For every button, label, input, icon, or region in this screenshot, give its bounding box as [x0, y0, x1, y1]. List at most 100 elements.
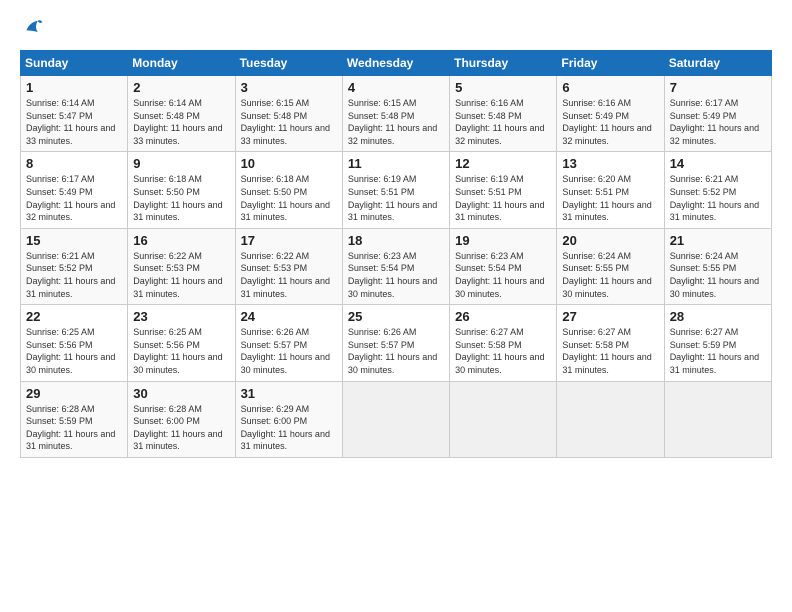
- day-number: 20: [562, 233, 658, 248]
- calendar-cell: 30 Sunrise: 6:28 AMSunset: 6:00 PMDaylig…: [128, 381, 235, 457]
- header-cell-thursday: Thursday: [450, 51, 557, 76]
- day-number: 28: [670, 309, 766, 324]
- calendar-cell: 9 Sunrise: 6:18 AMSunset: 5:50 PMDayligh…: [128, 152, 235, 228]
- calendar-cell: 11 Sunrise: 6:19 AMSunset: 5:51 PMDaylig…: [342, 152, 449, 228]
- day-number: 24: [241, 309, 337, 324]
- day-number: 17: [241, 233, 337, 248]
- day-number: 12: [455, 156, 551, 171]
- day-number: 29: [26, 386, 122, 401]
- calendar-cell: 20 Sunrise: 6:24 AMSunset: 5:55 PMDaylig…: [557, 228, 664, 304]
- calendar-cell: 3 Sunrise: 6:15 AMSunset: 5:48 PMDayligh…: [235, 76, 342, 152]
- day-info: Sunrise: 6:20 AMSunset: 5:51 PMDaylight:…: [562, 173, 658, 223]
- calendar-cell: 5 Sunrise: 6:16 AMSunset: 5:48 PMDayligh…: [450, 76, 557, 152]
- calendar-cell: 23 Sunrise: 6:25 AMSunset: 5:56 PMDaylig…: [128, 305, 235, 381]
- day-number: 16: [133, 233, 229, 248]
- day-info: Sunrise: 6:21 AMSunset: 5:52 PMDaylight:…: [26, 250, 122, 300]
- day-info: Sunrise: 6:15 AMSunset: 5:48 PMDaylight:…: [241, 97, 337, 147]
- day-number: 13: [562, 156, 658, 171]
- calendar-cell: 14 Sunrise: 6:21 AMSunset: 5:52 PMDaylig…: [664, 152, 771, 228]
- day-info: Sunrise: 6:14 AMSunset: 5:48 PMDaylight:…: [133, 97, 229, 147]
- calendar-cell: 31 Sunrise: 6:29 AMSunset: 6:00 PMDaylig…: [235, 381, 342, 457]
- day-number: 9: [133, 156, 229, 171]
- calendar-cell: 2 Sunrise: 6:14 AMSunset: 5:48 PMDayligh…: [128, 76, 235, 152]
- calendar-cell: 7 Sunrise: 6:17 AMSunset: 5:49 PMDayligh…: [664, 76, 771, 152]
- calendar-cell: 29 Sunrise: 6:28 AMSunset: 5:59 PMDaylig…: [21, 381, 128, 457]
- day-number: 25: [348, 309, 444, 324]
- calendar-cell: 1 Sunrise: 6:14 AMSunset: 5:47 PMDayligh…: [21, 76, 128, 152]
- day-info: Sunrise: 6:21 AMSunset: 5:52 PMDaylight:…: [670, 173, 766, 223]
- calendar-cell: 27 Sunrise: 6:27 AMSunset: 5:58 PMDaylig…: [557, 305, 664, 381]
- calendar-row-3: 15 Sunrise: 6:21 AMSunset: 5:52 PMDaylig…: [21, 228, 772, 304]
- day-info: Sunrise: 6:26 AMSunset: 5:57 PMDaylight:…: [348, 326, 444, 376]
- day-number: 3: [241, 80, 337, 95]
- day-info: Sunrise: 6:14 AMSunset: 5:47 PMDaylight:…: [26, 97, 122, 147]
- calendar-cell: 28 Sunrise: 6:27 AMSunset: 5:59 PMDaylig…: [664, 305, 771, 381]
- day-info: Sunrise: 6:19 AMSunset: 5:51 PMDaylight:…: [455, 173, 551, 223]
- header-cell-tuesday: Tuesday: [235, 51, 342, 76]
- day-number: 31: [241, 386, 337, 401]
- calendar-cell: 12 Sunrise: 6:19 AMSunset: 5:51 PMDaylig…: [450, 152, 557, 228]
- day-number: 1: [26, 80, 122, 95]
- calendar-cell: 19 Sunrise: 6:23 AMSunset: 5:54 PMDaylig…: [450, 228, 557, 304]
- calendar-cell: 8 Sunrise: 6:17 AMSunset: 5:49 PMDayligh…: [21, 152, 128, 228]
- day-number: 21: [670, 233, 766, 248]
- calendar-cell: [450, 381, 557, 457]
- day-number: 6: [562, 80, 658, 95]
- day-number: 18: [348, 233, 444, 248]
- day-info: Sunrise: 6:25 AMSunset: 5:56 PMDaylight:…: [133, 326, 229, 376]
- day-info: Sunrise: 6:22 AMSunset: 5:53 PMDaylight:…: [133, 250, 229, 300]
- day-info: Sunrise: 6:16 AMSunset: 5:48 PMDaylight:…: [455, 97, 551, 147]
- calendar-cell: 15 Sunrise: 6:21 AMSunset: 5:52 PMDaylig…: [21, 228, 128, 304]
- day-number: 4: [348, 80, 444, 95]
- calendar-cell: 6 Sunrise: 6:16 AMSunset: 5:49 PMDayligh…: [557, 76, 664, 152]
- calendar-cell: 24 Sunrise: 6:26 AMSunset: 5:57 PMDaylig…: [235, 305, 342, 381]
- calendar-cell: 26 Sunrise: 6:27 AMSunset: 5:58 PMDaylig…: [450, 305, 557, 381]
- day-number: 2: [133, 80, 229, 95]
- day-info: Sunrise: 6:18 AMSunset: 5:50 PMDaylight:…: [133, 173, 229, 223]
- header-cell-friday: Friday: [557, 51, 664, 76]
- day-number: 5: [455, 80, 551, 95]
- calendar-cell: 4 Sunrise: 6:15 AMSunset: 5:48 PMDayligh…: [342, 76, 449, 152]
- day-number: 26: [455, 309, 551, 324]
- calendar-cell: 10 Sunrise: 6:18 AMSunset: 5:50 PMDaylig…: [235, 152, 342, 228]
- calendar-cell: [557, 381, 664, 457]
- logo: [20, 16, 48, 40]
- calendar-page: SundayMondayTuesdayWednesdayThursdayFrid…: [0, 0, 792, 612]
- calendar-row-4: 22 Sunrise: 6:25 AMSunset: 5:56 PMDaylig…: [21, 305, 772, 381]
- day-info: Sunrise: 6:15 AMSunset: 5:48 PMDaylight:…: [348, 97, 444, 147]
- day-info: Sunrise: 6:22 AMSunset: 5:53 PMDaylight:…: [241, 250, 337, 300]
- day-info: Sunrise: 6:16 AMSunset: 5:49 PMDaylight:…: [562, 97, 658, 147]
- day-info: Sunrise: 6:23 AMSunset: 5:54 PMDaylight:…: [348, 250, 444, 300]
- day-number: 22: [26, 309, 122, 324]
- day-info: Sunrise: 6:28 AMSunset: 6:00 PMDaylight:…: [133, 403, 229, 453]
- day-info: Sunrise: 6:23 AMSunset: 5:54 PMDaylight:…: [455, 250, 551, 300]
- day-info: Sunrise: 6:17 AMSunset: 5:49 PMDaylight:…: [26, 173, 122, 223]
- header-cell-saturday: Saturday: [664, 51, 771, 76]
- day-info: Sunrise: 6:26 AMSunset: 5:57 PMDaylight:…: [241, 326, 337, 376]
- day-info: Sunrise: 6:24 AMSunset: 5:55 PMDaylight:…: [670, 250, 766, 300]
- logo-bird-icon: [20, 16, 44, 40]
- calendar-cell: 16 Sunrise: 6:22 AMSunset: 5:53 PMDaylig…: [128, 228, 235, 304]
- calendar-cell: 21 Sunrise: 6:24 AMSunset: 5:55 PMDaylig…: [664, 228, 771, 304]
- day-number: 10: [241, 156, 337, 171]
- day-number: 27: [562, 309, 658, 324]
- day-number: 7: [670, 80, 766, 95]
- calendar-cell: [664, 381, 771, 457]
- day-info: Sunrise: 6:29 AMSunset: 6:00 PMDaylight:…: [241, 403, 337, 453]
- calendar-header: SundayMondayTuesdayWednesdayThursdayFrid…: [21, 51, 772, 76]
- calendar-cell: 13 Sunrise: 6:20 AMSunset: 5:51 PMDaylig…: [557, 152, 664, 228]
- day-info: Sunrise: 6:27 AMSunset: 5:58 PMDaylight:…: [455, 326, 551, 376]
- day-number: 14: [670, 156, 766, 171]
- day-info: Sunrise: 6:27 AMSunset: 5:59 PMDaylight:…: [670, 326, 766, 376]
- calendar-cell: [342, 381, 449, 457]
- calendar-row-2: 8 Sunrise: 6:17 AMSunset: 5:49 PMDayligh…: [21, 152, 772, 228]
- header-row: SundayMondayTuesdayWednesdayThursdayFrid…: [21, 51, 772, 76]
- header-cell-sunday: Sunday: [21, 51, 128, 76]
- day-number: 30: [133, 386, 229, 401]
- calendar-row-1: 1 Sunrise: 6:14 AMSunset: 5:47 PMDayligh…: [21, 76, 772, 152]
- day-number: 23: [133, 309, 229, 324]
- calendar-row-5: 29 Sunrise: 6:28 AMSunset: 5:59 PMDaylig…: [21, 381, 772, 457]
- day-number: 19: [455, 233, 551, 248]
- day-info: Sunrise: 6:18 AMSunset: 5:50 PMDaylight:…: [241, 173, 337, 223]
- day-number: 8: [26, 156, 122, 171]
